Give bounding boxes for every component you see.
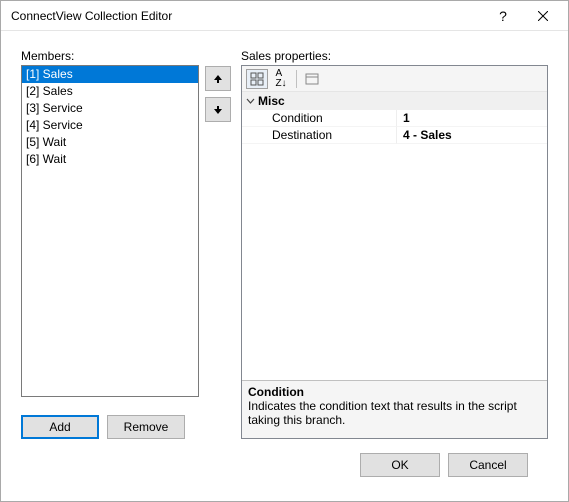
- members-buttons: Add Remove: [21, 415, 231, 439]
- description-pane: Condition Indicates the condition text t…: [242, 380, 547, 438]
- description-text: Indicates the condition text that result…: [248, 399, 541, 427]
- title-text: ConnectView Collection Editor: [11, 9, 483, 23]
- close-button[interactable]: [523, 2, 563, 30]
- titlebar: ConnectView Collection Editor ?: [1, 1, 568, 31]
- cancel-button[interactable]: Cancel: [448, 453, 528, 477]
- list-item[interactable]: [3] Service: [22, 100, 198, 117]
- members-list[interactable]: [1] Sales[2] Sales[3] Service[4] Service…: [21, 65, 199, 397]
- arrow-up-icon: [213, 74, 223, 84]
- property-value[interactable]: 4 - Sales: [397, 127, 547, 144]
- columns: Members: [1] Sales[2] Sales[3] Service[4…: [21, 49, 548, 439]
- content: Members: [1] Sales[2] Sales[3] Service[4…: [1, 31, 568, 501]
- property-pages-button[interactable]: [301, 69, 323, 89]
- category-header[interactable]: Misc: [242, 92, 547, 110]
- members-label: Members:: [21, 49, 231, 63]
- help-button[interactable]: ?: [483, 2, 523, 30]
- list-item[interactable]: [2] Sales: [22, 83, 198, 100]
- category-label: Misc: [258, 94, 285, 108]
- ok-button[interactable]: OK: [360, 453, 440, 477]
- move-down-button[interactable]: [205, 97, 231, 122]
- remove-button[interactable]: Remove: [107, 415, 185, 439]
- categorized-icon: [250, 72, 264, 86]
- add-button[interactable]: Add: [21, 415, 99, 439]
- toolbar-separator: [296, 70, 297, 88]
- property-name: Condition: [242, 110, 397, 127]
- arrow-down-icon: [213, 105, 223, 115]
- dialog-footer: OK Cancel: [21, 439, 548, 491]
- list-item[interactable]: [1] Sales: [22, 66, 198, 83]
- description-title: Condition: [248, 385, 541, 399]
- members-panel: Members: [1] Sales[2] Sales[3] Service[4…: [21, 49, 231, 439]
- help-icon: ?: [499, 8, 507, 24]
- properties-panel: Sales properties:: [241, 49, 548, 439]
- property-value[interactable]: 1: [397, 110, 547, 127]
- move-up-button[interactable]: [205, 66, 231, 91]
- chevron-down-icon: [242, 97, 258, 106]
- property-name: Destination: [242, 127, 397, 144]
- property-toolbar: AZ↓: [242, 66, 547, 92]
- list-item[interactable]: [6] Wait: [22, 151, 198, 168]
- dialog: ConnectView Collection Editor ? Members:…: [0, 0, 569, 502]
- categorized-button[interactable]: [246, 69, 268, 89]
- list-item[interactable]: [4] Service: [22, 117, 198, 134]
- reorder-buttons: [205, 65, 231, 407]
- properties-label: Sales properties:: [241, 49, 548, 63]
- property-rows: Misc Condition1Destination4 - Sales: [242, 92, 547, 380]
- property-pages-icon: [305, 73, 319, 85]
- property-row[interactable]: Condition1: [242, 110, 547, 127]
- property-grid: AZ↓: [241, 65, 548, 439]
- alphabetical-button[interactable]: AZ↓: [270, 69, 292, 89]
- members-row: [1] Sales[2] Sales[3] Service[4] Service…: [21, 65, 231, 407]
- close-icon: [538, 11, 548, 21]
- property-row[interactable]: Destination4 - Sales: [242, 127, 547, 144]
- sort-az-icon: AZ↓: [275, 69, 286, 89]
- list-item[interactable]: [5] Wait: [22, 134, 198, 151]
